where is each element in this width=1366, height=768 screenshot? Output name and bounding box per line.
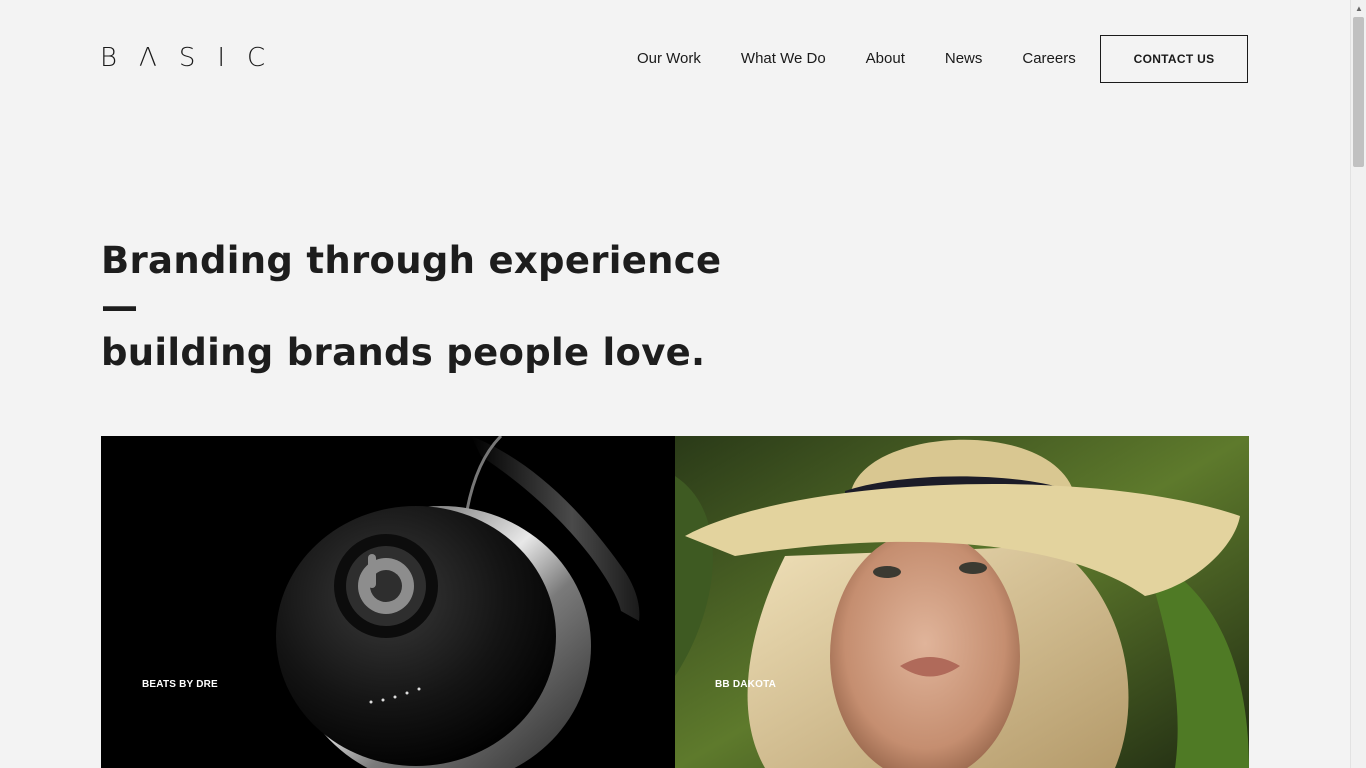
logo-letter-c: C <box>247 43 288 73</box>
page-scrollbar[interactable]: ▲ <box>1350 0 1366 768</box>
hero-line-1: Branding through experience — <box>101 239 722 328</box>
model-hat-image <box>675 436 1249 768</box>
hero-line-2: building brands people love. <box>101 331 706 374</box>
nav-careers[interactable]: Careers <box>1022 50 1075 68</box>
project-label-beats: BEATS BY DRE <box>142 679 218 690</box>
nav-what-we-do[interactable]: What We Do <box>741 50 826 68</box>
nav-news[interactable]: News <box>945 50 983 68</box>
nav-our-work[interactable]: Our Work <box>637 50 701 68</box>
scroll-thumb[interactable] <box>1353 17 1364 167</box>
logo-letter-s: S <box>178 43 218 73</box>
logo-letter-i: I <box>217 43 248 73</box>
main-nav: Our Work What We Do About News Careers <box>637 50 1116 68</box>
logo[interactable]: B Λ S I C <box>100 44 287 72</box>
project-tile-beats[interactable]: BEATS BY DRE <box>101 436 675 768</box>
scroll-up-arrow-icon[interactable]: ▲ <box>1351 0 1366 16</box>
project-label-bb-dakota: BB DAKOTA <box>715 679 777 690</box>
contact-us-button[interactable]: CONTACT US <box>1100 35 1248 83</box>
project-tile-bb-dakota[interactable]: BB DAKOTA <box>675 436 1249 768</box>
headphones-image <box>101 436 675 768</box>
logo-letter-b: B <box>100 43 140 73</box>
logo-letter-a: Λ <box>139 43 179 73</box>
hero-headline: Branding through experience — building b… <box>101 238 741 376</box>
nav-about[interactable]: About <box>866 50 905 68</box>
